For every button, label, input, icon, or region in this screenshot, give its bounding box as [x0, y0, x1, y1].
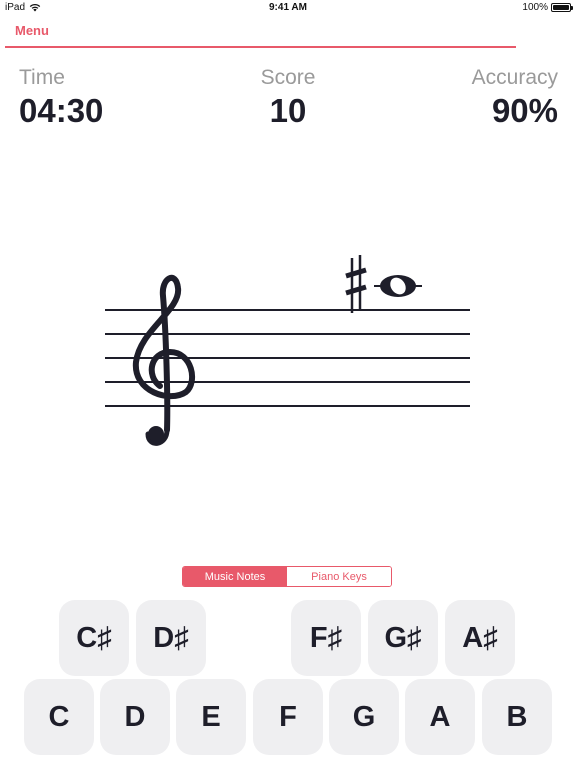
status-time: 9:41 AM — [269, 2, 307, 13]
key-g[interactable]: G — [329, 679, 399, 755]
key-d[interactable]: D — [100, 679, 170, 755]
key-c-sharp[interactable]: C♯ — [59, 600, 129, 676]
nav-divider — [5, 46, 516, 48]
menu-button[interactable]: Menu — [15, 23, 49, 38]
key-a[interactable]: A — [405, 679, 475, 755]
accuracy-stat: Accuracy 90% — [472, 66, 558, 130]
key-f-sharp[interactable]: F♯ — [291, 600, 361, 676]
battery-percent: 100% — [522, 2, 548, 13]
sharp-icon — [345, 255, 367, 313]
music-staff — [105, 255, 470, 446]
accuracy-value: 90% — [491, 92, 558, 129]
key-c[interactable]: C — [24, 679, 94, 755]
accuracy-label: Accuracy — [471, 66, 558, 89]
key-b[interactable]: B — [482, 679, 552, 755]
key-g-sharp[interactable]: G♯ — [368, 600, 438, 676]
battery-icon — [551, 3, 573, 12]
status-right: 100% — [522, 2, 573, 13]
key-e[interactable]: E — [176, 679, 246, 755]
treble-clef-icon — [132, 274, 196, 446]
key-d-sharp[interactable]: D♯ — [136, 600, 206, 676]
status-bar: iPad 9:41 AM 100% — [0, 0, 576, 16]
key-f[interactable]: F — [253, 679, 323, 755]
tab-piano-keys[interactable]: Piano Keys — [287, 567, 391, 586]
whole-note-icon — [374, 275, 422, 297]
tab-music-notes[interactable]: Music Notes — [183, 567, 287, 586]
key-a-sharp[interactable]: A♯ — [445, 600, 515, 676]
mode-toggle: Music Notes Piano Keys — [182, 566, 392, 587]
